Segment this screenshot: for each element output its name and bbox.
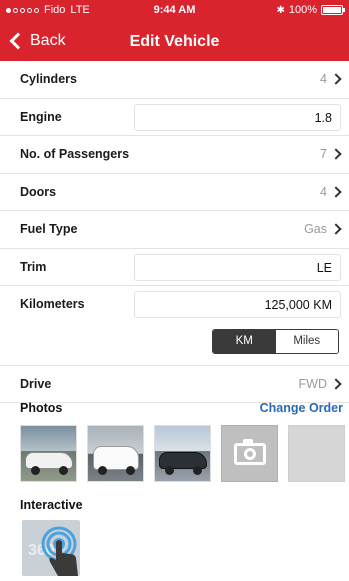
chevron-right-icon xyxy=(330,73,342,85)
car-wheel xyxy=(98,466,107,475)
passengers-value: 7 xyxy=(320,147,327,161)
chevron-right-icon xyxy=(330,148,342,160)
empty-photo-slot[interactable] xyxy=(288,425,345,482)
drive-value: FWD xyxy=(298,376,327,391)
drive-label: Drive xyxy=(20,376,52,391)
car-wheel xyxy=(193,466,202,475)
cylinders-label: Cylinders xyxy=(20,72,77,86)
360-touch-icon xyxy=(41,526,78,576)
kilometers-row: Kilometers 125,000 KM xyxy=(0,286,349,324)
kilometers-label: Kilometers xyxy=(20,297,85,311)
photo-thumbnail[interactable] xyxy=(154,425,211,482)
interactive-label: Interactive xyxy=(20,498,83,512)
change-order-link[interactable]: Change Order xyxy=(260,401,343,415)
trim-label: Trim xyxy=(20,259,47,274)
photo-thumbnails xyxy=(20,425,345,482)
fuel-type-value: Gas xyxy=(304,222,327,236)
unit-miles-option[interactable]: Miles xyxy=(275,329,338,353)
cylinders-value: 4 xyxy=(320,72,327,86)
car-wheel xyxy=(59,466,68,475)
page-title: Edit Vehicle xyxy=(129,33,220,50)
app-header: Fido LTE 9:44 AM ✱ 100% Back Edit Vehicl… xyxy=(0,0,349,61)
doors-row[interactable]: Doors 4 xyxy=(0,174,349,211)
cylinders-row[interactable]: Cylinders 4 xyxy=(0,61,349,99)
camera-lens xyxy=(243,447,256,460)
unit-toggle-row: KM Miles xyxy=(0,324,349,366)
photos-label: Photos xyxy=(20,401,63,415)
unit-km-option[interactable]: KM xyxy=(213,329,276,353)
doors-label: Doors xyxy=(20,184,57,199)
photo-thumbnail[interactable] xyxy=(87,425,144,482)
battery-icon xyxy=(321,5,345,15)
battery-area: ✱ 100% xyxy=(276,4,345,16)
bluetooth-icon: ✱ xyxy=(276,4,285,16)
photos-header: Photos Change Order xyxy=(0,397,349,421)
chevron-right-icon xyxy=(330,185,342,198)
camera-icon xyxy=(233,438,266,465)
nav-bar: Back Edit Vehicle xyxy=(0,28,349,58)
status-bar: Fido LTE 9:44 AM ✱ 100% xyxy=(0,0,349,20)
add-photo-button[interactable] xyxy=(221,425,278,482)
interactive-360-button[interactable]: 360 xyxy=(22,520,80,576)
trim-input[interactable]: LE xyxy=(134,253,341,281)
kilometers-input[interactable]: 125,000 KM xyxy=(134,291,341,318)
car-wheel xyxy=(31,466,40,475)
passengers-row[interactable]: No. of Passengers 7 xyxy=(0,136,349,174)
vehicle-fields: Cylinders 4 Engine 1.8 No. of Passengers… xyxy=(0,61,349,403)
distance-unit-toggle: KM Miles xyxy=(212,328,339,354)
engine-row: Engine 1.8 xyxy=(0,99,349,136)
passengers-label: No. of Passengers xyxy=(20,147,130,161)
car-wheel xyxy=(126,466,135,475)
engine-label: Engine xyxy=(20,109,62,124)
chevron-right-icon xyxy=(330,377,342,390)
fuel-type-row[interactable]: Fuel Type Gas xyxy=(0,211,349,249)
chevron-right-icon xyxy=(330,223,342,235)
engine-input[interactable]: 1.8 xyxy=(134,103,341,131)
photo-thumbnail[interactable] xyxy=(20,425,77,482)
trim-row: Trim LE xyxy=(0,249,349,286)
battery-percent: 100% xyxy=(288,4,317,16)
car-wheel xyxy=(165,466,174,475)
fuel-type-label: Fuel Type xyxy=(20,222,78,236)
doors-value: 4 xyxy=(320,184,327,199)
